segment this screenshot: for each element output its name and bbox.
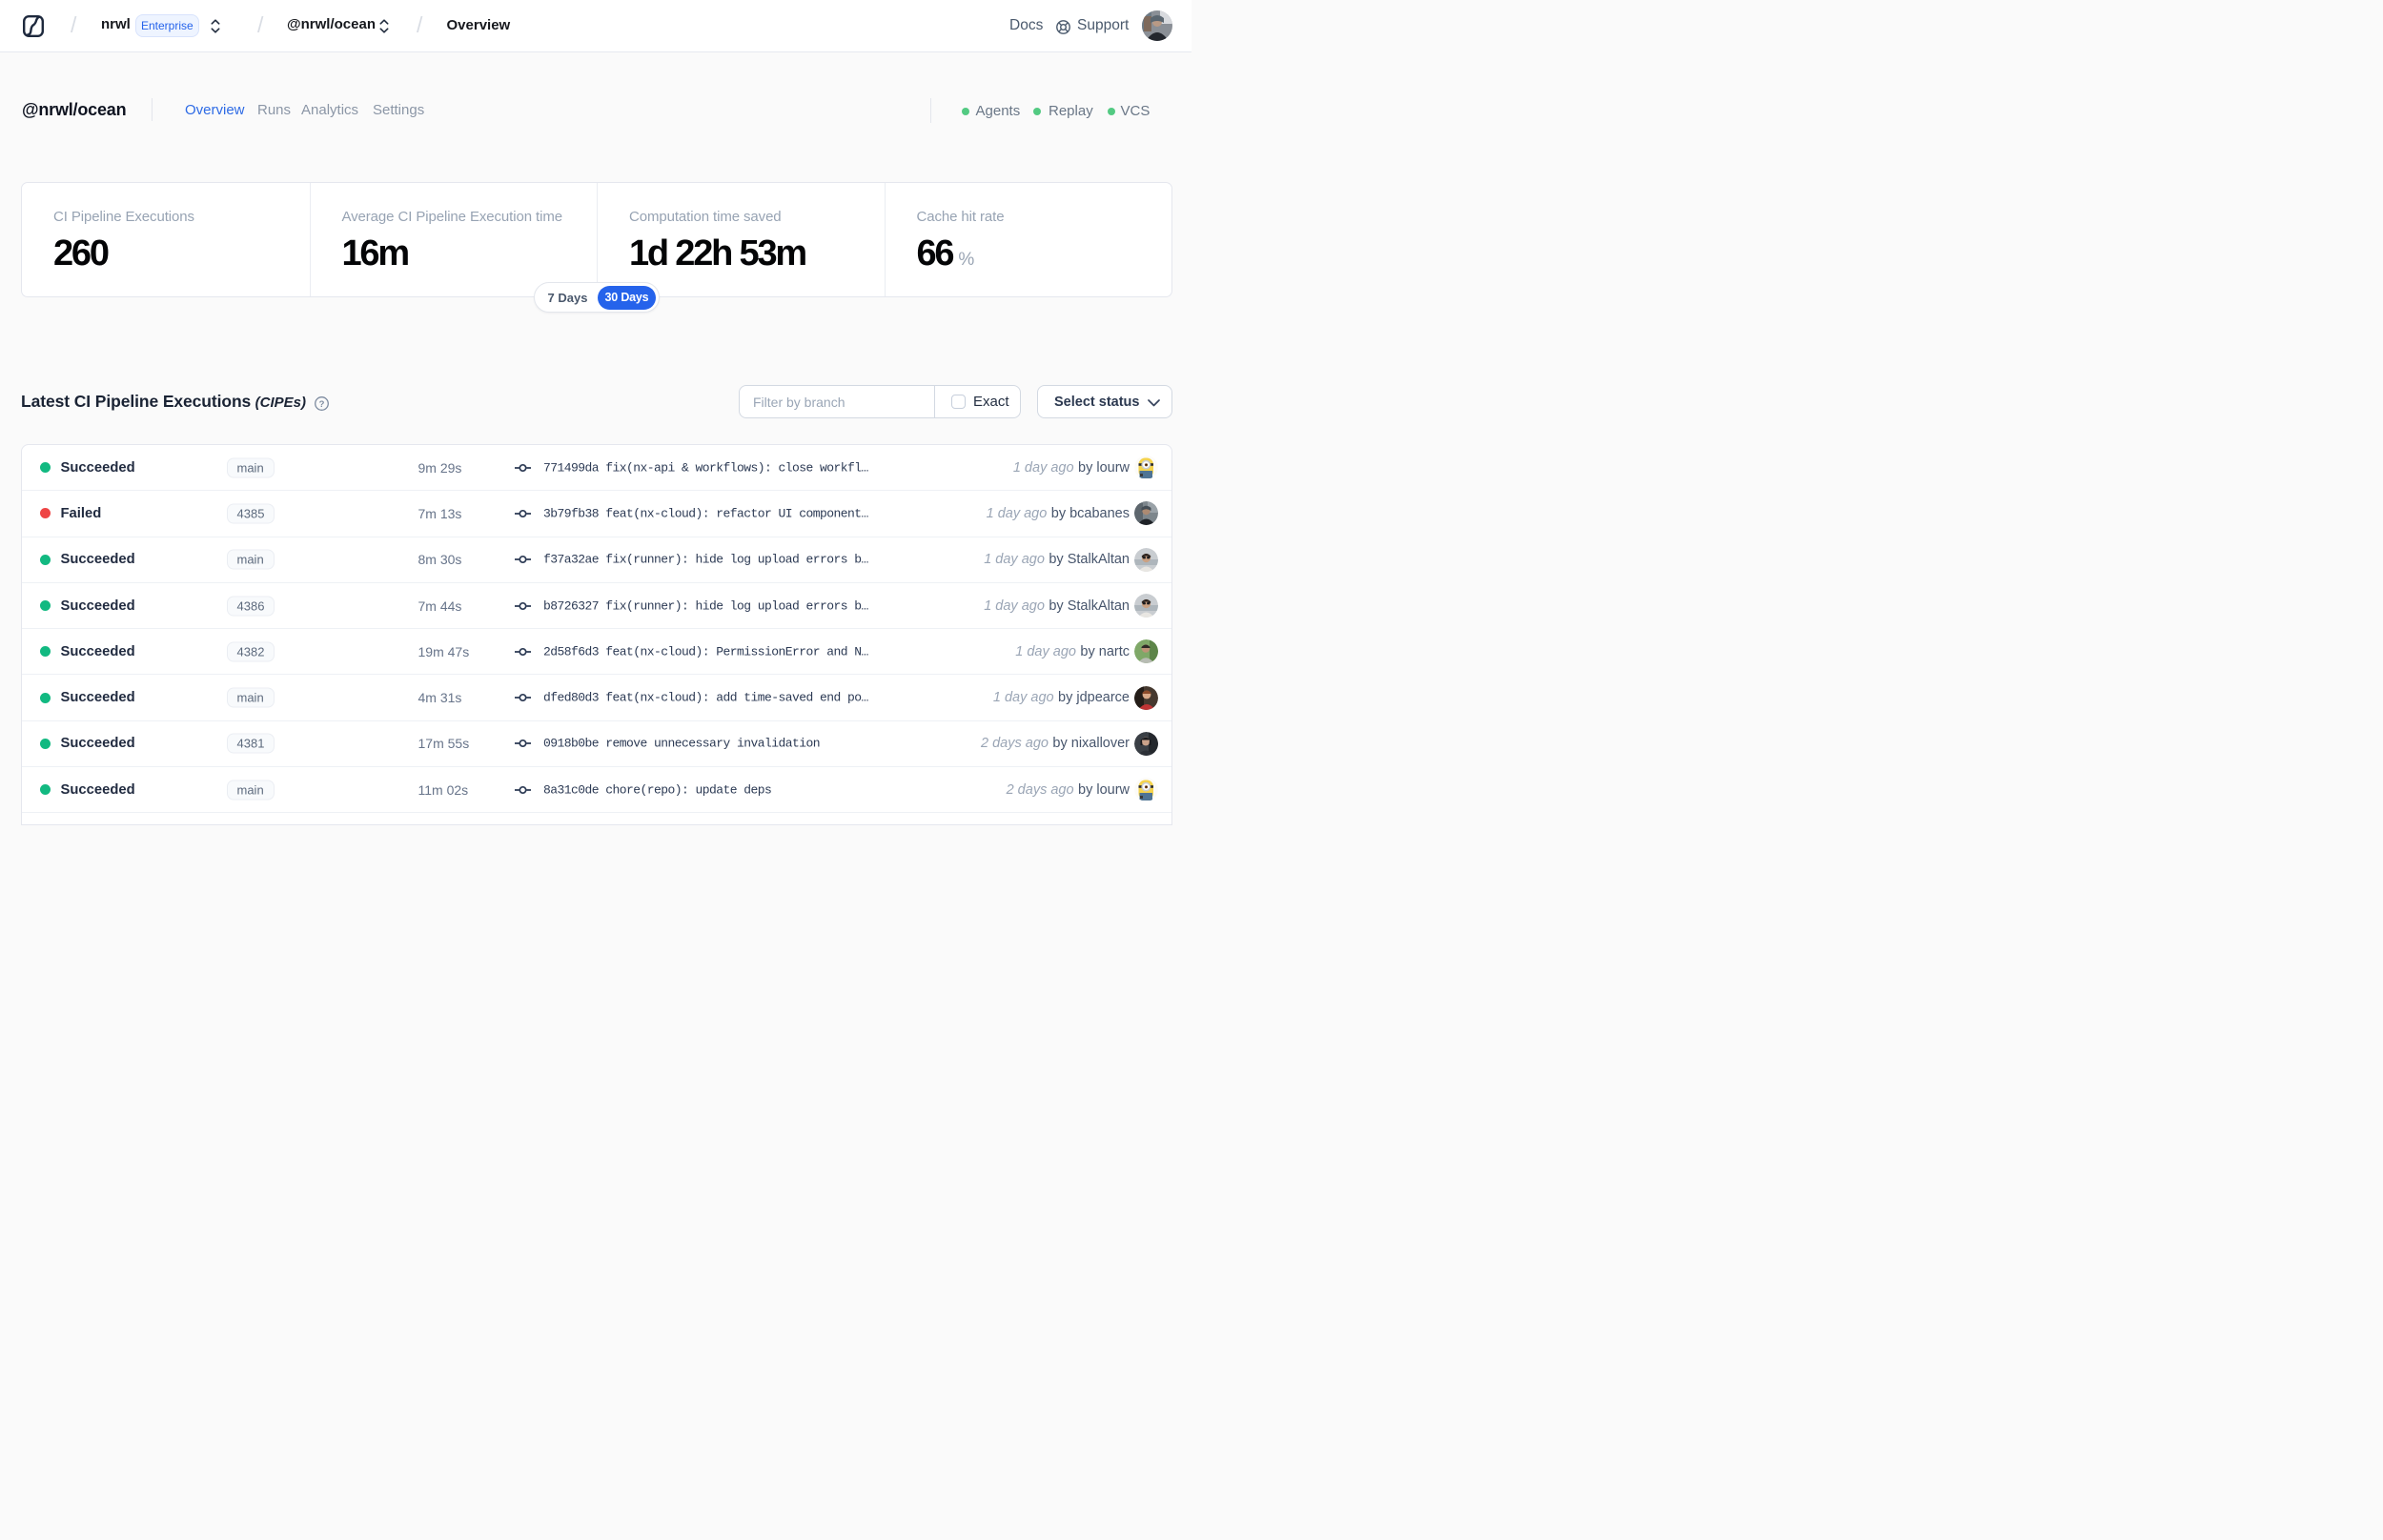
svg-text:?: ? [318, 399, 324, 410]
